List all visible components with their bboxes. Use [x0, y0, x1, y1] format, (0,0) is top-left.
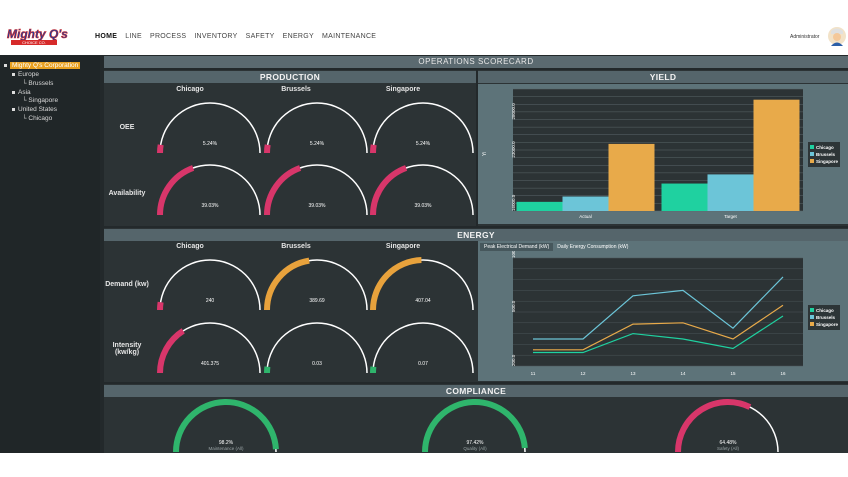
nav-home[interactable]: HOME	[95, 33, 117, 40]
y-axis-label: Yi	[482, 152, 488, 156]
legend-swatch	[810, 159, 814, 163]
x-tick-label: 11	[531, 371, 536, 376]
legend-label: Singapore	[816, 159, 839, 164]
nav-line[interactable]: LINE	[125, 33, 142, 40]
legend-swatch	[810, 152, 814, 156]
user-name[interactable]: Administrator	[790, 34, 819, 40]
svg-text:Mighty Q's: Mighty Q's	[7, 27, 68, 41]
production-col-brussels: Brussels	[281, 86, 311, 93]
legend-swatch	[810, 315, 814, 319]
tab-daily-consumption[interactable]: Daily Energy Consumption (kW)	[553, 243, 632, 251]
energy-title: ENERGY	[104, 229, 848, 241]
x-tick-label: 15	[730, 371, 736, 376]
legend-label: Brussels	[816, 315, 836, 320]
production-panel	[104, 70, 476, 226]
legend-label: Brussels	[816, 152, 836, 157]
x-tick-label: 12	[580, 371, 586, 376]
y-tick-label: 200.0	[511, 354, 516, 366]
y-tick-label: 23000.0	[511, 141, 516, 158]
legend-label: Singapore	[816, 322, 839, 327]
x-tick-label: 16	[780, 371, 786, 376]
y-tick-label: 16000.0	[511, 194, 516, 211]
energy-col-chicago: Chicago	[176, 243, 204, 250]
tree-item-europe[interactable]: Europe	[12, 71, 39, 78]
main-nav: HOME LINE PROCESS INVENTORY SAFETY ENERG…	[95, 33, 384, 40]
production-row-availability: Availability	[108, 190, 146, 197]
yield-bar-chart: 28000.0 23000.0 16000.0 Yi Actual Target Chica…	[482, 88, 840, 219]
tab-peak-demand[interactable]: Peak Electrical Demand (kW)	[480, 243, 554, 251]
production-col-singapore: Singapore	[385, 86, 421, 93]
mighty-qs-logo[interactable]: Mighty Q's CHOICE CO.	[5, 24, 85, 48]
energy-tabs: Peak Electrical Demand (kW) Daily Energy …	[480, 243, 632, 251]
legend-label: Chicago	[816, 308, 834, 313]
svg-text:CHOICE CO.: CHOICE CO.	[22, 40, 46, 45]
y-tick-label: 500.0	[511, 300, 516, 312]
tree-item-chicago[interactable]: └ Chicago	[22, 115, 52, 122]
nav-energy[interactable]: ENERGY	[283, 33, 314, 40]
nav-safety[interactable]: SAFETY	[246, 33, 275, 40]
production-row-oee: OEE	[119, 124, 135, 131]
x-tick-label: Target	[724, 214, 737, 219]
energy-row-demand: Demand (kw)	[105, 281, 149, 288]
tree-item-asia[interactable]: Asia	[12, 89, 31, 96]
yield-title: YIELD	[478, 71, 848, 83]
nav-maintenance[interactable]: MAINTENANCE	[322, 33, 376, 40]
legend-swatch	[810, 145, 814, 149]
tree-item-singapore[interactable]: └ Singapore	[22, 97, 58, 104]
yield-chart: 28000.0 23000.0 16000.0 Yi Actual Target Chica…	[478, 84, 848, 224]
nav-inventory[interactable]: INVENTORY	[194, 33, 237, 40]
y-tick-label: 28000.0	[511, 103, 516, 120]
nav-process[interactable]: PROCESS	[150, 33, 186, 40]
production-title: PRODUCTION	[104, 71, 476, 83]
legend-swatch	[810, 308, 814, 312]
compliance-title: COMPLIANCE	[104, 385, 848, 397]
tree-item-brussels[interactable]: └ Brussels	[22, 80, 53, 87]
x-tick-label: 14	[680, 371, 686, 376]
site-tree: Mighty Q's Corporation Europe └ Brussels…	[0, 55, 100, 453]
x-tick-label: Actual	[579, 214, 592, 219]
legend-swatch	[810, 322, 814, 326]
yield-bar[interactable]	[562, 196, 609, 211]
energy-row-intensity: Intensity (kw/kg)	[112, 342, 142, 356]
tree-item-united-states[interactable]: United States	[12, 106, 57, 113]
energy-chart: Peak Electrical Demand (kW) Daily Energy …	[478, 241, 848, 381]
top-bar: Mighty Q's CHOICE CO. HOME LINE PROCESS …	[0, 0, 848, 52]
yield-bar[interactable]	[608, 143, 655, 211]
tree-root[interactable]: Mighty Q's Corporation	[4, 62, 81, 69]
energy-col-singapore: Singapore	[385, 243, 421, 250]
chart-legend: Chicago Brussels Singapore	[808, 305, 840, 330]
yield-bar[interactable]	[707, 174, 754, 211]
energy-line-chart: 1000.0500.0200.011 12 13 14 15 16ChicagoBruss…	[511, 244, 840, 376]
legend-label: Chicago	[816, 145, 834, 150]
yield-bar[interactable]	[753, 99, 800, 211]
yield-bar[interactable]	[516, 201, 563, 211]
energy-col-brussels: Brussels	[281, 243, 311, 250]
production-col-chicago: Chicago	[176, 86, 204, 93]
scorecard-title: OPERATIONS SCORECARD	[104, 56, 848, 68]
chart-legend: Chicago Brussels Singapore	[808, 142, 840, 167]
user-avatar-icon[interactable]	[828, 26, 846, 46]
yield-bar[interactable]	[661, 183, 708, 211]
x-tick-label: 13	[630, 371, 636, 376]
